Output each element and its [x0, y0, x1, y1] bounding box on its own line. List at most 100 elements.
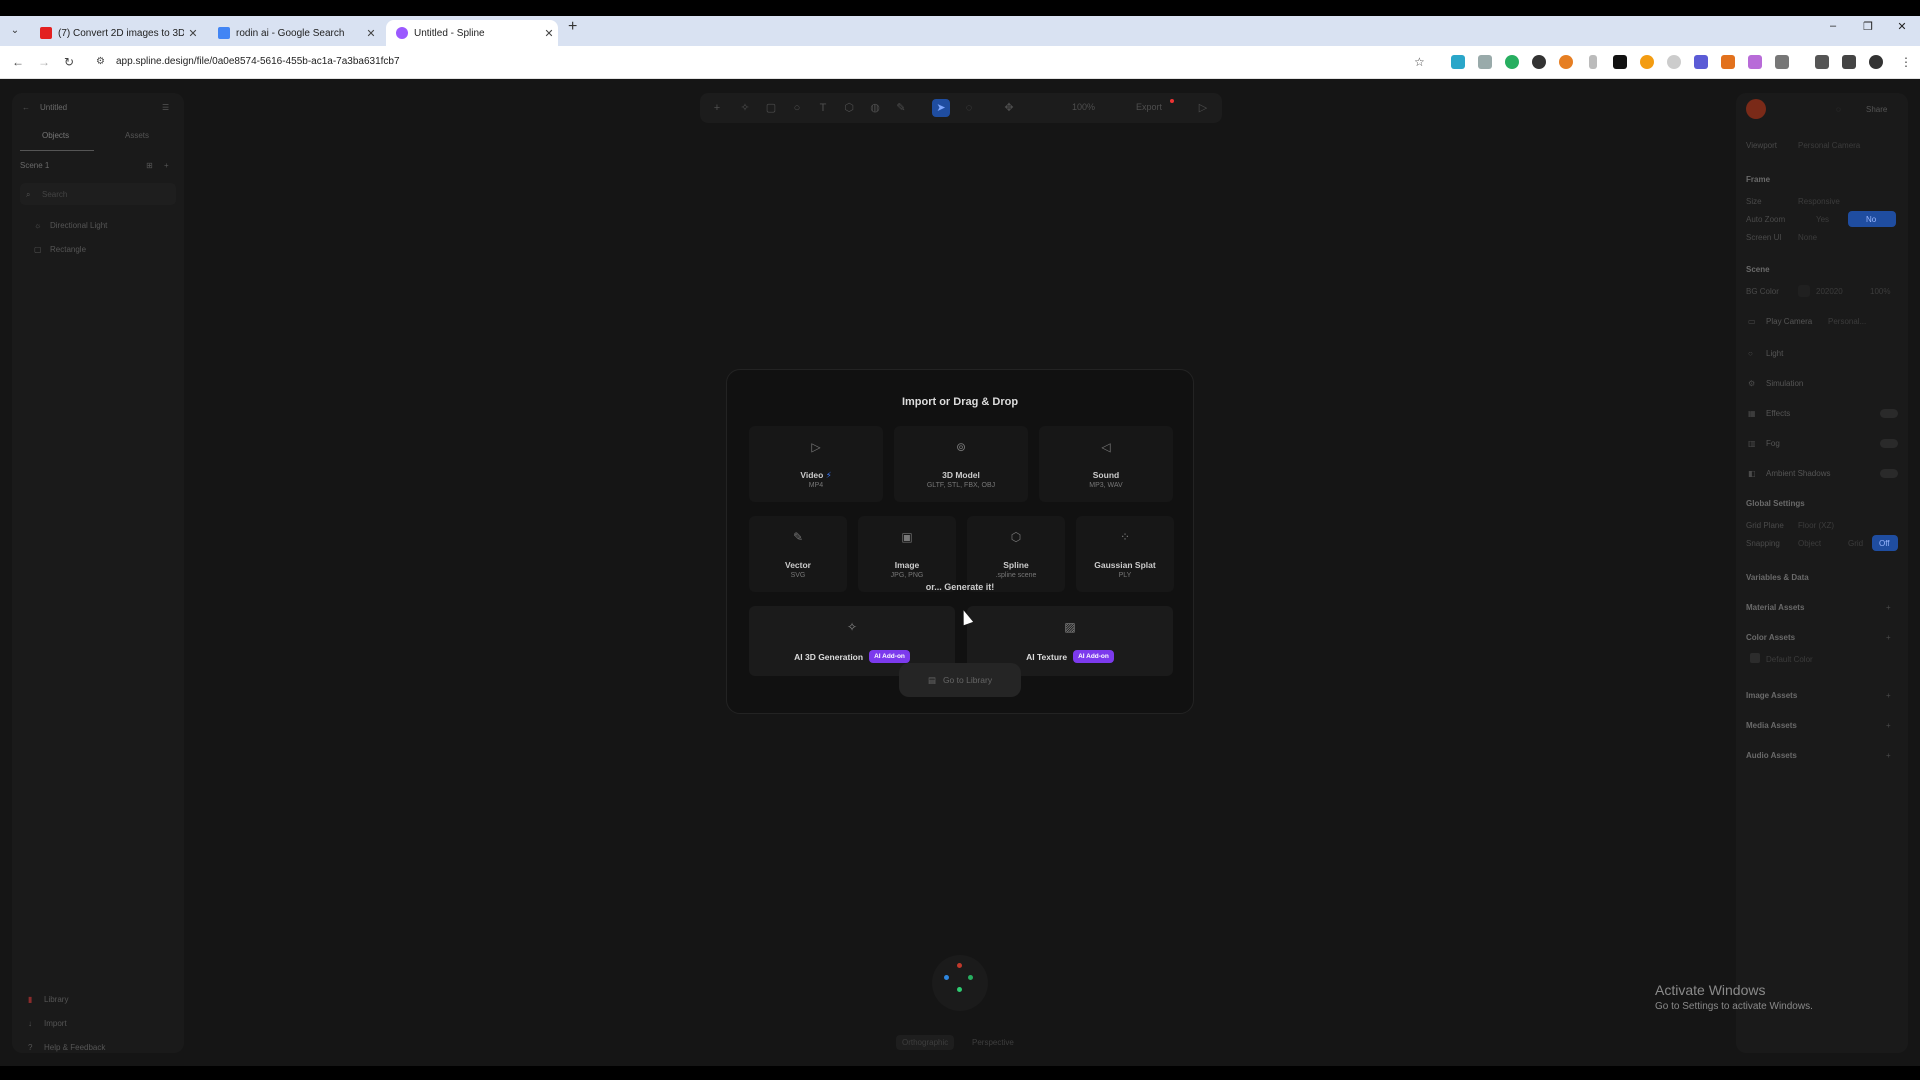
- tab-assets[interactable]: Assets: [125, 131, 149, 140]
- extension-icon[interactable]: [1559, 55, 1573, 69]
- effects-toggle[interactable]: [1880, 409, 1898, 418]
- add-icon[interactable]: +: [1886, 721, 1891, 730]
- viewport-select[interactable]: Personal Camera: [1798, 141, 1860, 150]
- pen-tool-icon[interactable]: ✎: [892, 99, 910, 117]
- extension-icon[interactable]: [1478, 55, 1492, 69]
- metamask-icon[interactable]: [1721, 55, 1735, 69]
- browser-menu-icon[interactable]: ⋮: [1900, 55, 1912, 69]
- reload-icon[interactable]: ↻: [64, 55, 74, 69]
- simulation-row[interactable]: Simulation: [1766, 379, 1803, 388]
- maximize-button[interactable]: ❐: [1858, 20, 1878, 33]
- object-item[interactable]: Directional Light: [50, 221, 107, 230]
- close-icon[interactable]: ✕: [540, 27, 558, 40]
- fog-toggle[interactable]: [1880, 439, 1898, 448]
- close-icon[interactable]: ✕: [184, 27, 202, 40]
- extension-icon[interactable]: [1451, 55, 1465, 69]
- autozoom-yes[interactable]: Yes: [1816, 215, 1829, 224]
- default-color-swatch[interactable]: [1750, 653, 1760, 663]
- extension-icon[interactable]: [1694, 55, 1708, 69]
- footer-import[interactable]: Import: [44, 1019, 67, 1028]
- extension-icon[interactable]: [1667, 55, 1681, 69]
- ambient-shadows-toggle[interactable]: [1880, 469, 1898, 478]
- camera-orthographic-tab[interactable]: Orthographic: [896, 1035, 955, 1050]
- share-button[interactable]: Share: [1866, 105, 1887, 114]
- audio-assets-heading[interactable]: Audio Assets: [1746, 751, 1797, 760]
- ellipse-tool-icon[interactable]: ○: [788, 99, 806, 117]
- snapping-grid[interactable]: Grid: [1848, 539, 1863, 548]
- export-button[interactable]: Export: [1136, 102, 1162, 112]
- user-avatar[interactable]: [1746, 99, 1766, 119]
- orientation-gizmo[interactable]: [932, 955, 988, 1011]
- image-assets-heading[interactable]: Image Assets: [1746, 691, 1797, 700]
- fog-row[interactable]: Fog: [1766, 439, 1780, 448]
- url-field[interactable]: app.spline.design/file/0a0e8574-5616-455…: [116, 56, 400, 67]
- ambient-shadows-row[interactable]: Ambient Shadows: [1766, 469, 1830, 478]
- variables-data-heading[interactable]: Variables & Data: [1746, 573, 1809, 582]
- footer-help[interactable]: Help & Feedback: [44, 1043, 105, 1052]
- extension-icon[interactable]: [1613, 55, 1627, 69]
- add-icon[interactable]: +: [1886, 751, 1891, 760]
- material-assets-heading[interactable]: Material Assets: [1746, 603, 1804, 612]
- grid-icon[interactable]: ⊞: [146, 161, 153, 170]
- import-spline-card[interactable]: ⬡ Spline .spline scene: [967, 516, 1065, 592]
- import-3d-model-card[interactable]: ⊚ 3D Model GLTF, STL, FBX, OBJ: [894, 426, 1028, 502]
- tab-objects[interactable]: Objects: [42, 131, 69, 140]
- minimize-button[interactable]: –: [1823, 20, 1843, 32]
- zoom-level[interactable]: 100%: [1072, 102, 1095, 112]
- add-icon[interactable]: +: [1886, 603, 1891, 612]
- play-camera-select[interactable]: Personal...: [1828, 317, 1866, 326]
- microphone-icon[interactable]: [1589, 55, 1597, 69]
- import-gaussian-splat-card[interactable]: ⁘ Gaussian Splat PLY: [1076, 516, 1174, 592]
- text-tool-icon[interactable]: T: [814, 99, 832, 117]
- back-icon[interactable]: ←: [12, 55, 24, 69]
- screenui-select[interactable]: None: [1798, 233, 1817, 242]
- add-icon[interactable]: +: [1886, 633, 1891, 642]
- color-assets-heading[interactable]: Color Assets: [1746, 633, 1795, 642]
- comment-tool-icon[interactable]: ◌: [960, 99, 978, 117]
- profile-avatar[interactable]: [1869, 55, 1883, 69]
- import-image-card[interactable]: ▣ Image JPG, PNG: [858, 516, 956, 592]
- footer-library[interactable]: Library: [44, 995, 68, 1004]
- browser-tab-youtube[interactable]: (7) Convert 2D images to 3D m ✕: [30, 20, 202, 46]
- media-icon[interactable]: [1815, 55, 1829, 69]
- site-info-icon[interactable]: ⚙: [96, 56, 105, 67]
- media-assets-heading[interactable]: Media Assets: [1746, 721, 1797, 730]
- play-icon[interactable]: ▷: [1194, 99, 1212, 117]
- bgcolor-swatch[interactable]: [1798, 285, 1810, 297]
- new-tab-button[interactable]: +: [568, 18, 577, 36]
- shape-tool-icon[interactable]: ⬡: [840, 99, 858, 117]
- light-row[interactable]: Light: [1766, 349, 1783, 358]
- import-video-card[interactable]: ▷ Video ⚡ MP4: [749, 426, 883, 502]
- grid-plane-select[interactable]: Floor (XZ): [1798, 521, 1834, 530]
- camera-perspective-tab[interactable]: Perspective: [972, 1038, 1014, 1047]
- select-tool-icon[interactable]: ➤: [932, 99, 950, 117]
- close-window-button[interactable]: ✕: [1892, 20, 1912, 33]
- browser-tab-google[interactable]: rodin ai - Google Search ✕: [208, 20, 380, 46]
- browser-tab-spline[interactable]: Untitled - Spline ✕: [386, 20, 558, 46]
- back-icon[interactable]: ←: [22, 103, 30, 112]
- tab-search-icon[interactable]: ⌄: [6, 22, 24, 40]
- snapping-object[interactable]: Object: [1798, 539, 1821, 548]
- ai-icon[interactable]: ✧: [736, 99, 754, 117]
- sphere-tool-icon[interactable]: ◍: [866, 99, 884, 117]
- extension-icon[interactable]: [1532, 55, 1546, 69]
- add-icon[interactable]: +: [1886, 691, 1891, 700]
- forward-icon[interactable]: →: [38, 55, 50, 69]
- bgcolor-opacity[interactable]: 100%: [1870, 287, 1890, 296]
- bookmark-star-icon[interactable]: ☆: [1414, 55, 1425, 69]
- import-vector-card[interactable]: ✎ Vector SVG: [749, 516, 847, 592]
- add-icon[interactable]: +: [708, 99, 726, 117]
- extensions-puzzle-icon[interactable]: [1775, 55, 1789, 69]
- bgcolor-hex[interactable]: 202020: [1816, 287, 1843, 296]
- menu-icon[interactable]: ☰: [162, 103, 169, 112]
- extension-icon[interactable]: [1748, 55, 1762, 69]
- import-sound-card[interactable]: ◁ Sound MP3, WAV: [1039, 426, 1173, 502]
- rectangle-tool-icon[interactable]: ▢: [762, 99, 780, 117]
- download-icon[interactable]: [1842, 55, 1856, 69]
- go-to-library-button[interactable]: ▤ Go to Library: [899, 663, 1021, 697]
- scene-selector[interactable]: Scene 1: [20, 161, 49, 170]
- size-select[interactable]: Responsive: [1798, 197, 1840, 206]
- hand-tool-icon[interactable]: ✥: [1000, 99, 1018, 117]
- object-item[interactable]: Rectangle: [50, 245, 86, 254]
- close-icon[interactable]: ✕: [362, 27, 380, 40]
